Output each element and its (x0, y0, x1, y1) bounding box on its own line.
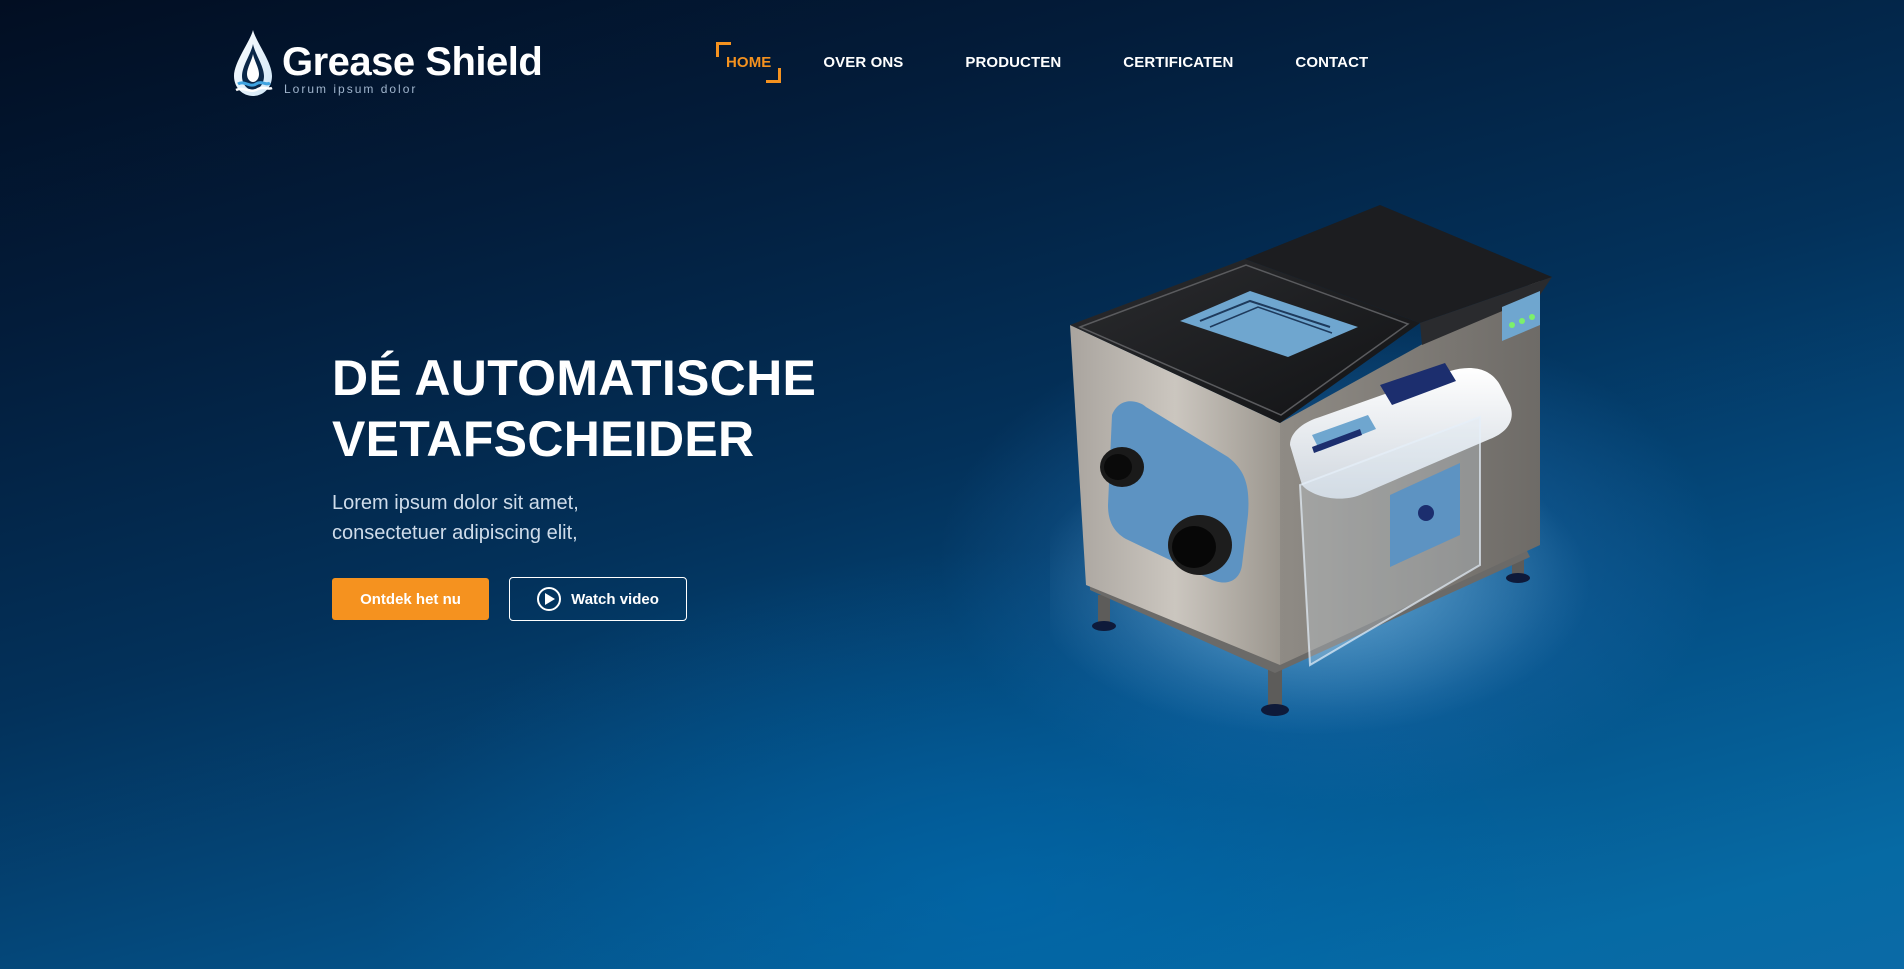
hero-title-line-1: DÉ AUTOMATISCHE (332, 350, 817, 406)
nav-item-contact[interactable]: CONTACT (1285, 40, 1378, 85)
hero-title: DÉ AUTOMATISCHE VETAFSCHEIDER (332, 348, 816, 470)
nav-item-certificaten[interactable]: CERTIFICATEN (1113, 40, 1243, 85)
main-navigation: HOME OVER ONS PRODUCTEN CERTIFICATEN CON… (716, 40, 1378, 85)
hero-subtitle: Lorem ipsum dolor sit amet, consectetuer… (332, 488, 579, 548)
hero-subtitle-line-1: Lorem ipsum dolor sit amet, (332, 492, 579, 514)
nav-item-over-ons[interactable]: OVER ONS (813, 40, 913, 85)
play-circle-icon (537, 587, 562, 611)
water-drop-icon (234, 30, 273, 96)
hero-title-line-2: VETAFSCHEIDER (332, 411, 755, 467)
nav-item-producten[interactable]: PRODUCTEN (955, 40, 1071, 85)
brand-tagline: Lorum ipsum dolor (284, 82, 418, 96)
nav-item-home[interactable]: HOME (716, 40, 782, 85)
brand-name: Grease Shield (282, 40, 543, 84)
hero-subtitle-line-2: consectetuer adipiscing elit, (332, 522, 578, 544)
watch-video-button[interactable]: Watch video (509, 577, 687, 621)
discover-button[interactable]: Ontdek het nu (332, 578, 489, 620)
brand-logo[interactable]: Grease Shield Lorum ipsum dolor (230, 28, 543, 98)
watch-video-label: Watch video (571, 590, 659, 608)
grease-separator-product-image (1050, 205, 1590, 735)
